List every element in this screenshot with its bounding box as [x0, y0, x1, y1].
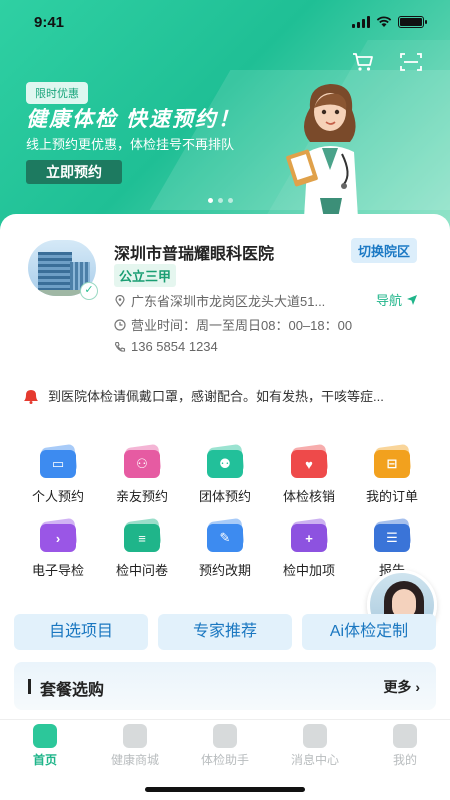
switch-campus-button[interactable]: 切换院区	[351, 238, 418, 263]
grid-group-booking[interactable]: ⚉ 团体预约	[183, 443, 267, 505]
grid-report[interactable]: ☰ 报告	[350, 517, 434, 579]
hospital-address: 广东省深圳市龙岗区龙头大道51...	[131, 294, 326, 309]
guide-icon: ›	[38, 517, 78, 554]
notice-bar[interactable]: 到医院体检请佩戴口罩，感谢配合。如有发热，干咳等症...	[22, 386, 384, 405]
grid-friend-booking[interactable]: ⚇ 亲友预约	[100, 443, 184, 505]
doctor-illustration	[286, 84, 358, 218]
message-icon	[303, 724, 327, 748]
phone-row[interactable]: 136 5854 1234	[114, 339, 218, 354]
tab-home[interactable]: 首页	[0, 724, 90, 768]
cart-icon[interactable]	[352, 52, 374, 72]
announcement-icon	[24, 389, 38, 404]
tab-profile[interactable]: 我的	[360, 724, 450, 768]
more-packages-link[interactable]: 更多 ›	[383, 677, 420, 697]
id-card-icon: ▭	[38, 443, 78, 480]
ai-custom-checkup-button[interactable]: Ai体检定制	[302, 614, 436, 650]
business-hours: 营业时间：周一至周日08：00–18：00	[131, 318, 353, 333]
grid-personal-booking[interactable]: ▭ 个人预约	[16, 443, 100, 505]
friends-icon: ⚇	[122, 443, 162, 480]
hospital-name: 深圳市普瑞耀眼科医院	[114, 246, 275, 263]
navigate-label: 导航	[376, 293, 403, 308]
grid-my-orders[interactable]: ⊟ 我的订单	[350, 443, 434, 505]
report-icon: ☰	[372, 517, 412, 554]
grid-questionnaire[interactable]: ≡ 检中问卷	[100, 517, 184, 579]
scan-icon[interactable]	[400, 52, 422, 72]
banner-title: 健康体检 快速预约！	[26, 108, 241, 131]
main-content: ✓ 深圳市普瑞耀眼科医院 切换院区 公立三甲 广东省深圳市龙岗区龙头大道51..…	[0, 214, 450, 800]
carousel-dots	[208, 198, 233, 203]
tab-health-mall[interactable]: 健康商城	[90, 724, 180, 768]
expert-recommend-button[interactable]: 专家推荐	[158, 614, 292, 650]
grid-add-items[interactable]: + 检中加项	[267, 517, 351, 579]
cart-icon: ⊟	[372, 443, 412, 480]
phone-icon	[114, 341, 126, 352]
location-pin-icon	[115, 294, 125, 307]
verified-icon: ✓	[80, 282, 98, 300]
grid-electronic-guide[interactable]: › 电子导检	[16, 517, 100, 579]
notice-text: 到医院体检请佩戴口罩，感谢配合。如有发热，干咳等症...	[48, 389, 384, 404]
clock-icon	[114, 318, 126, 331]
navigation-arrow-icon	[407, 294, 418, 305]
home-indicator	[145, 787, 305, 792]
assistant-icon	[213, 724, 237, 748]
hours-row: 营业时间：周一至周日08：00–18：00	[114, 315, 352, 334]
battery-icon	[398, 16, 427, 28]
signal-icon	[352, 16, 370, 28]
status-time: 9:41	[34, 13, 65, 31]
reschedule-icon: ✎	[205, 517, 245, 554]
banner-subtitle: 线上预约更优惠，体检挂号不再排队	[26, 137, 235, 152]
grid-checkup-verify[interactable]: ♥ 体检核销	[267, 443, 351, 505]
shop-icon	[123, 724, 147, 748]
hospital-phone: 136 5854 1234	[131, 339, 218, 354]
address-row: 广东省深圳市龙岗区龙头大道51...	[114, 291, 325, 310]
limited-offer-badge: 限时优惠	[26, 82, 88, 104]
navigate-button[interactable]: 导航	[376, 290, 418, 309]
book-now-button[interactable]: 立即预约	[26, 160, 122, 184]
status-bar: 9:41	[0, 10, 450, 34]
heart-pulse-icon: ♥	[289, 443, 329, 480]
grid-reschedule[interactable]: ✎ 预约改期	[183, 517, 267, 579]
tab-messages[interactable]: 消息中心	[270, 724, 360, 768]
questionnaire-icon: ≡	[122, 517, 162, 554]
chevron-right-icon: ›	[415, 679, 420, 695]
wifi-icon	[376, 16, 392, 27]
hospital-level-badge: 公立三甲	[114, 264, 177, 287]
tab-checkup-assistant[interactable]: 体检助手	[180, 724, 270, 768]
custom-items-button[interactable]: 自选项目	[14, 614, 148, 650]
home-icon	[33, 724, 57, 748]
package-title: 套餐选购	[40, 682, 105, 699]
profile-icon	[393, 724, 417, 748]
group-icon: ⚉	[205, 443, 245, 480]
add-item-icon: +	[289, 517, 329, 554]
package-section-header: 套餐选购 更多 ›	[14, 662, 436, 710]
hero-banner[interactable]: 9:41 限时优惠 健康体检 快速预约！ 线上预约更优惠，体检挂号不再排队 立即…	[0, 0, 450, 250]
